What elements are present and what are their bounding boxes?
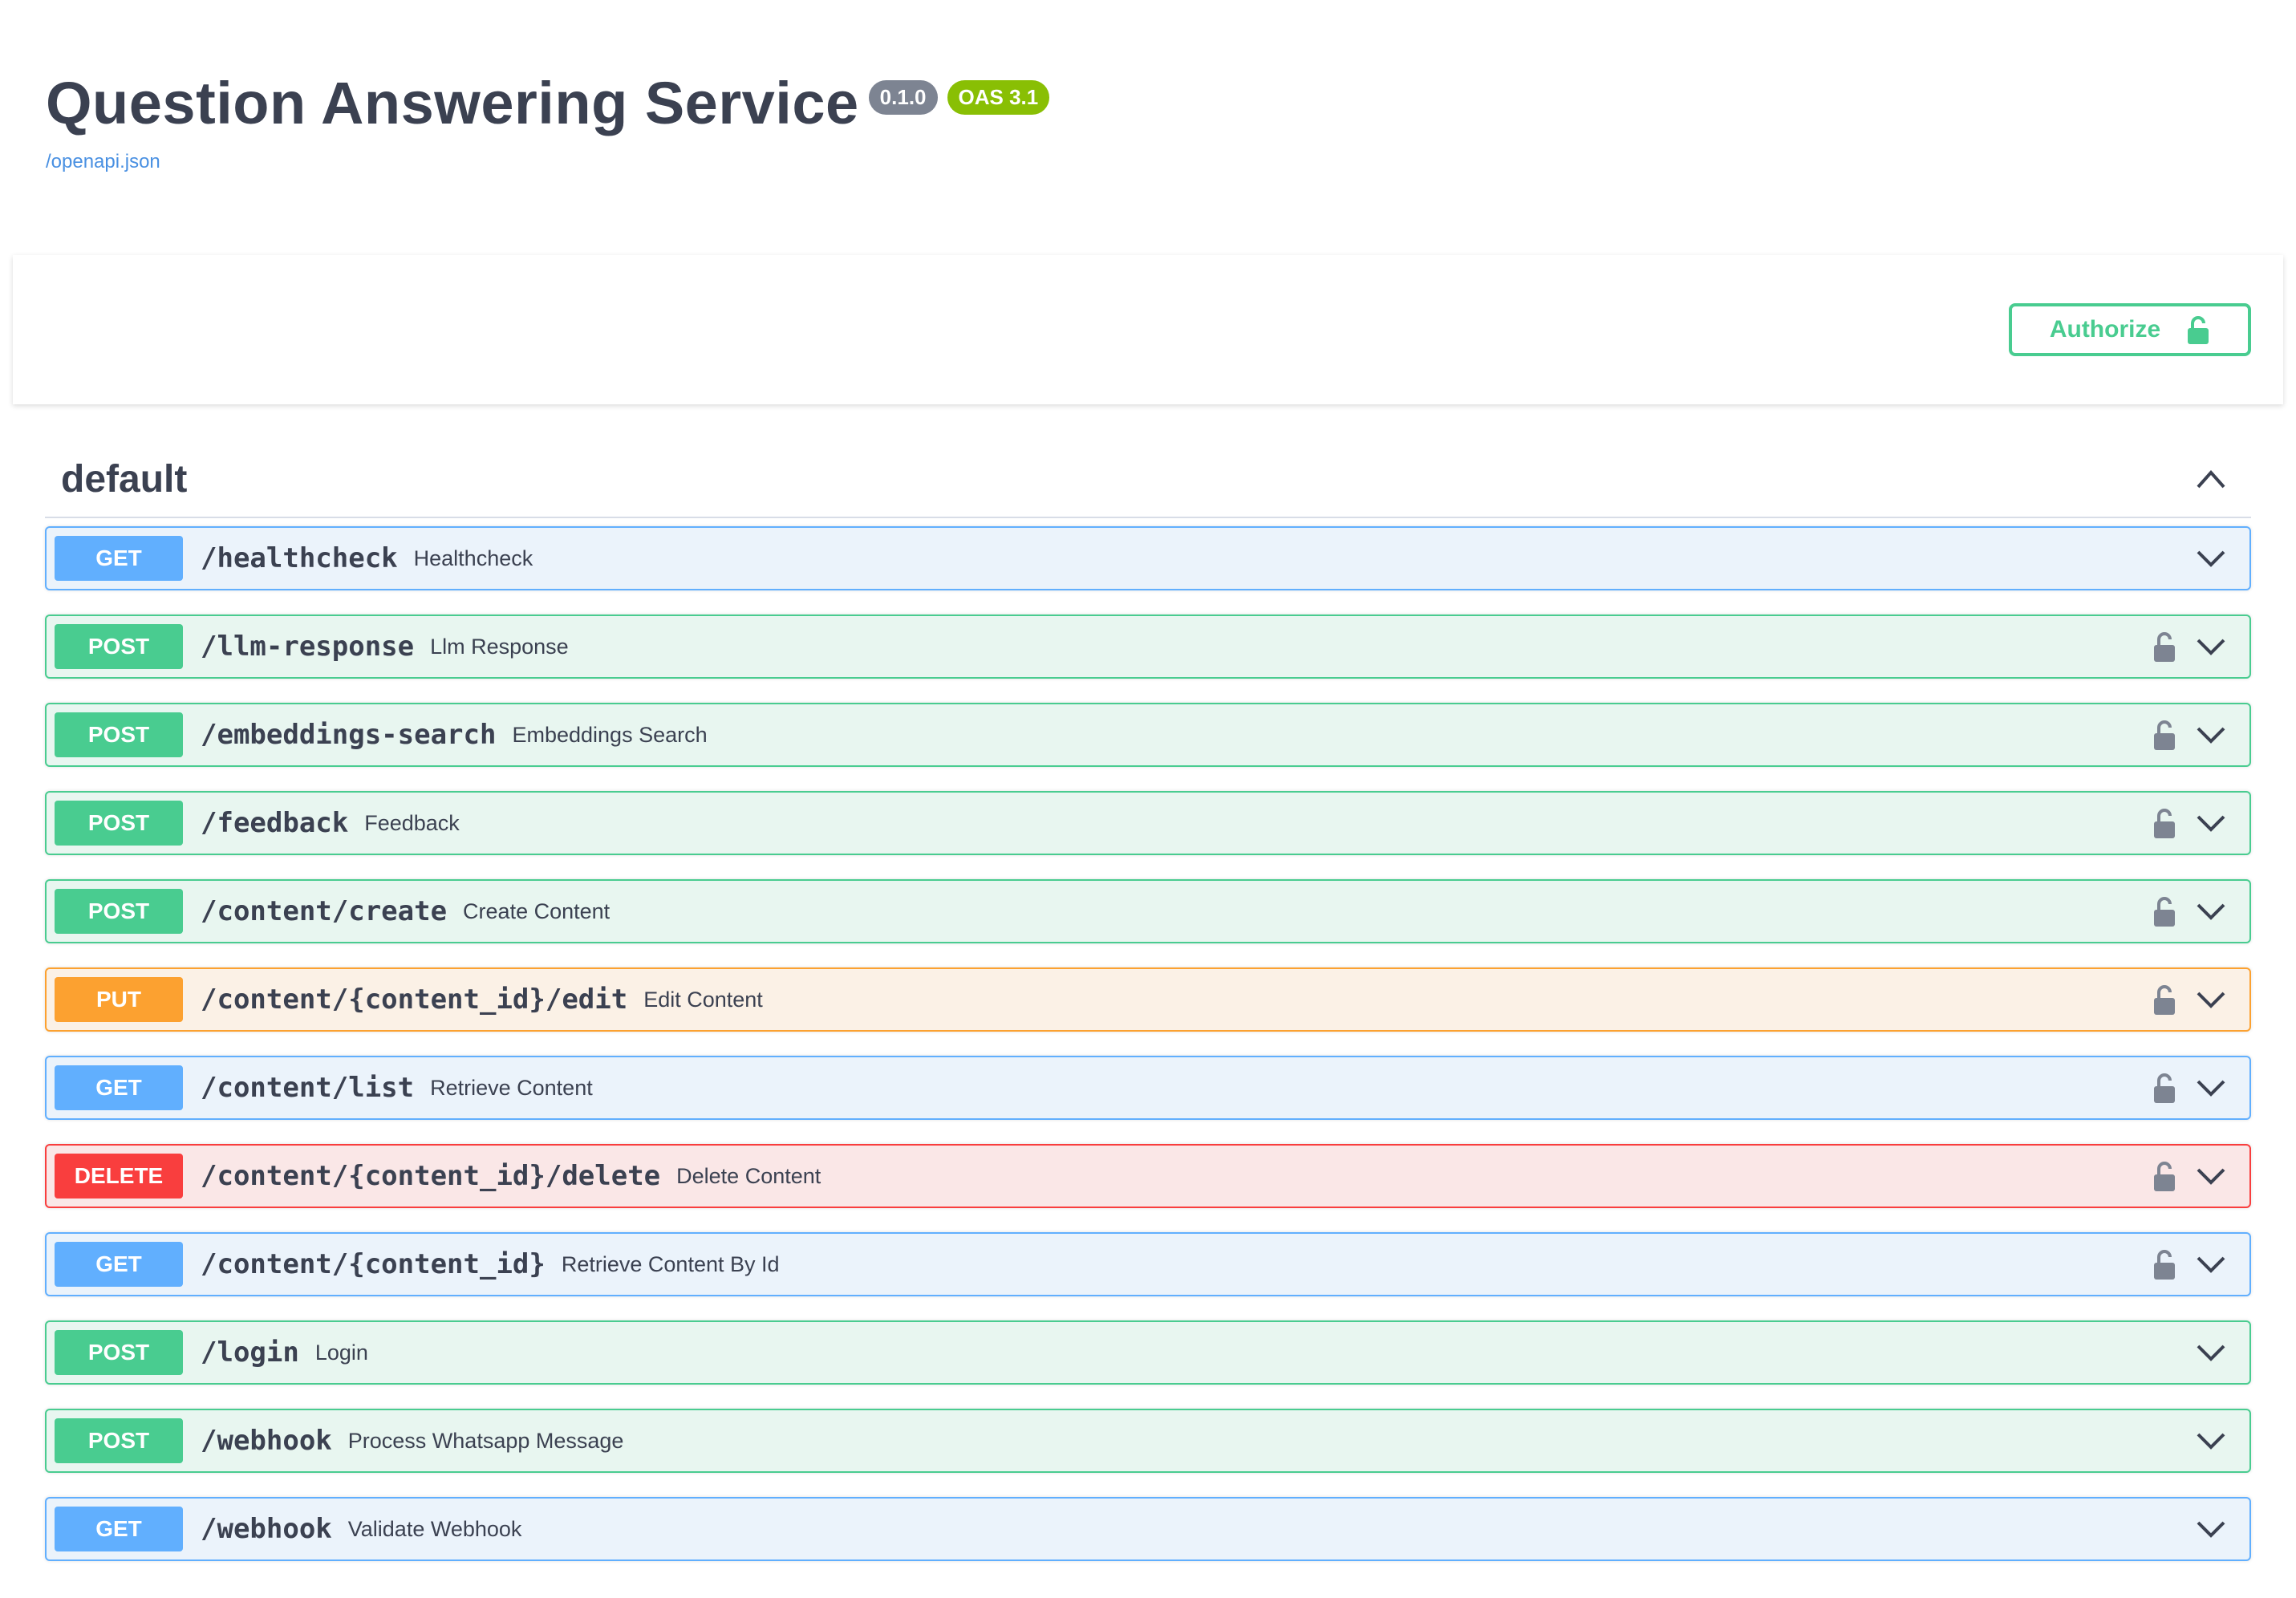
- badges: 0.1.0 OAS 3.1: [868, 80, 1050, 116]
- method-badge: POST: [55, 1330, 183, 1375]
- title-row: Question Answering Service 0.1.0 OAS 3.1: [46, 70, 1050, 136]
- chevron-down-icon[interactable]: [2195, 1341, 2227, 1364]
- unlocked-padlock-icon: [2188, 316, 2209, 344]
- operation-row[interactable]: GET/healthcheck Healthcheck: [45, 526, 2251, 590]
- chevron-down-icon[interactable]: [2195, 812, 2227, 834]
- operation-path: /llm-response: [201, 631, 415, 663]
- operation-row[interactable]: POST/login Login: [45, 1320, 2251, 1385]
- method-badge: POST: [55, 624, 183, 669]
- operation-row[interactable]: POST/llm-response Llm Response: [45, 614, 2251, 679]
- operation-path: /content/{content_id}: [201, 1248, 546, 1280]
- operation-summary: Embeddings Search: [512, 722, 708, 747]
- operation-path: /content/list: [201, 1072, 415, 1104]
- operation-path: /login: [201, 1336, 299, 1369]
- operation-summary: Healthcheck: [413, 546, 533, 570]
- operation-summary: Edit Content: [643, 987, 763, 1012]
- operation-path: /webhook: [201, 1513, 332, 1545]
- method-badge: POST: [55, 712, 183, 757]
- operation-row[interactable]: GET/content/list Retrieve Content: [45, 1056, 2251, 1120]
- method-badge: POST: [55, 801, 183, 846]
- unlocked-padlock-icon[interactable]: [2152, 808, 2177, 838]
- operation-summary: Process Whatsapp Message: [347, 1428, 624, 1453]
- operation-summary: Login: [314, 1340, 368, 1365]
- operation-row[interactable]: GET/content/{content_id} Retrieve Content…: [45, 1232, 2251, 1296]
- method-badge: GET: [55, 1065, 183, 1110]
- operation-row[interactable]: POST/feedback Feedback: [45, 791, 2251, 855]
- method-badge: POST: [55, 1418, 183, 1463]
- operation-summary: Llm Response: [430, 634, 569, 659]
- page-title: Question Answering Service: [46, 70, 859, 136]
- chevron-down-icon[interactable]: [2195, 1165, 2227, 1187]
- operation-path: /embeddings-search: [201, 719, 497, 751]
- operation-path: /webhook: [201, 1425, 332, 1457]
- operation-path: /content/{content_id}/edit: [201, 984, 628, 1016]
- unlocked-padlock-icon[interactable]: [2152, 984, 2177, 1015]
- tag-section-default: default GET/healthcheck Healthcheck POST/l…: [45, 441, 2251, 1585]
- authorize-button[interactable]: Authorize: [2009, 303, 2251, 356]
- operation-summary: Retrieve Content By Id: [561, 1251, 780, 1276]
- operation-row[interactable]: POST/webhook Process Whatsapp Message: [45, 1409, 2251, 1473]
- chevron-down-icon[interactable]: [2195, 1077, 2227, 1099]
- chevron-down-icon[interactable]: [2195, 547, 2227, 570]
- method-badge: GET: [55, 1242, 183, 1287]
- unlocked-padlock-icon[interactable]: [2152, 1249, 2177, 1280]
- operation-path: /healthcheck: [201, 542, 398, 574]
- chevron-down-icon[interactable]: [2195, 900, 2227, 923]
- method-badge: DELETE: [55, 1154, 183, 1198]
- chevron-down-icon[interactable]: [2195, 724, 2227, 746]
- operation-path: /feedback: [201, 807, 349, 839]
- operation-path: /content/create: [201, 895, 448, 927]
- tag-name: default: [61, 457, 188, 501]
- method-badge: POST: [55, 889, 183, 934]
- authorize-label: Authorize: [2049, 316, 2161, 343]
- unlocked-padlock-icon[interactable]: [2152, 896, 2177, 927]
- operations-list: GET/healthcheck Healthcheck POST/llm-respo…: [45, 526, 2251, 1561]
- operation-row[interactable]: POST/content/create Create Content: [45, 879, 2251, 943]
- operation-summary: Validate Webhook: [347, 1516, 522, 1541]
- method-badge: PUT: [55, 977, 183, 1022]
- method-badge: GET: [55, 536, 183, 581]
- unlocked-padlock-icon[interactable]: [2152, 1073, 2177, 1103]
- chevron-down-icon[interactable]: [2195, 1518, 2227, 1540]
- chevron-down-icon[interactable]: [2195, 988, 2227, 1011]
- operation-summary: Feedback: [364, 810, 460, 835]
- tag-header[interactable]: default: [45, 441, 2251, 518]
- operation-path: /content/{content_id}/delete: [201, 1160, 661, 1192]
- operation-row[interactable]: PUT/content/{content_id}/edit Edit Conten…: [45, 967, 2251, 1032]
- unlocked-padlock-icon[interactable]: [2152, 720, 2177, 750]
- unlocked-padlock-icon[interactable]: [2152, 631, 2177, 662]
- operation-summary: Delete Content: [676, 1163, 821, 1188]
- operation-row[interactable]: GET/webhook Validate Webhook: [45, 1497, 2251, 1561]
- method-badge: GET: [55, 1507, 183, 1551]
- api-info: Question Answering Service 0.1.0 OAS 3.1…: [46, 70, 1050, 173]
- version-badge: 0.1.0: [868, 80, 938, 116]
- scheme-container: Authorize: [13, 255, 2283, 404]
- unlocked-padlock-icon[interactable]: [2152, 1161, 2177, 1191]
- chevron-down-icon[interactable]: [2195, 1253, 2227, 1276]
- operation-row[interactable]: POST/embeddings-search Embeddings Search: [45, 703, 2251, 767]
- operation-summary: Create Content: [463, 898, 611, 923]
- openapi-json-link[interactable]: /openapi.json: [46, 151, 1049, 173]
- chevron-down-icon[interactable]: [2195, 635, 2227, 658]
- chevron-down-icon[interactable]: [2195, 1430, 2227, 1452]
- operation-summary: Retrieve Content: [430, 1075, 593, 1100]
- chevron-up-icon[interactable]: [2195, 468, 2227, 490]
- oas-badge: OAS 3.1: [947, 80, 1050, 116]
- operation-row[interactable]: DELETE/content/{content_id}/delete Delete…: [45, 1144, 2251, 1208]
